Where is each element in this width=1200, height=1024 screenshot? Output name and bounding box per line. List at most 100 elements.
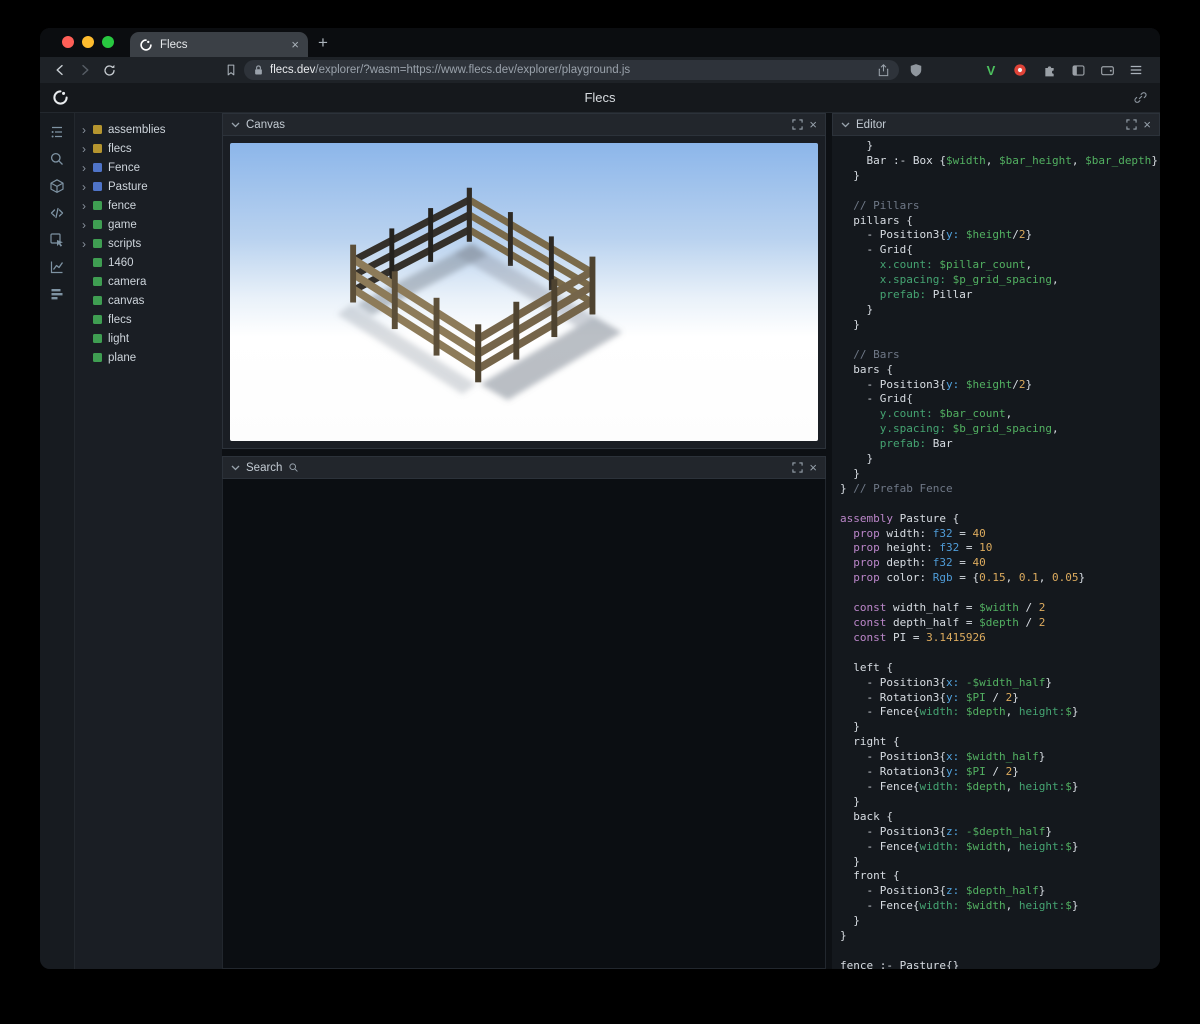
wallet-icon[interactable] [1097,60,1117,80]
expand-panel-icon[interactable] [792,119,804,130]
main-content: › assemblies › flecs › Fence › Pasture › fence › ga… [40,113,1160,969]
expand-arrow-icon[interactable]: › [82,200,93,212]
editor-panel: Editor × } Bar :- Box {$width, $bar_heig… [832,113,1160,969]
tree-item-camera[interactable]: ›camera [75,272,222,291]
code-line: // Bars [840,347,900,361]
adblock-icon[interactable] [1010,60,1030,80]
tree-item-game[interactable]: › game [75,215,222,234]
code-line: - Fence{width: $width, height:$} [840,839,1079,853]
code-line: prefab: Bar [879,437,953,451]
code-line: const width_half = $width / 2 [853,601,1046,615]
entity-label: game [108,218,137,231]
expand-arrow-icon[interactable]: › [82,162,93,174]
brave-shield-icon[interactable] [909,63,923,78]
entity-color-square [93,182,102,191]
reload-button[interactable] [98,59,121,81]
code-line: } [840,168,860,182]
tree-item-light[interactable]: ›light [75,329,222,348]
tree-item-1460[interactable]: ›1460 [75,253,222,272]
sidebar-toggle-icon[interactable] [1068,60,1088,80]
editor-panel-header: Editor × [832,113,1160,136]
code-line: } [840,139,874,152]
tree-item-scripts[interactable]: › scripts [75,234,222,253]
window-controls [40,36,130,57]
chevron-down-icon[interactable] [841,122,850,128]
minimize-window-button[interactable] [82,36,94,48]
code-line: front { [840,869,900,883]
code-line: y.count: $bar_count, [879,407,1013,421]
share-link-icon[interactable] [1133,90,1148,105]
entity-color-square [93,163,102,172]
expand-arrow-icon[interactable]: › [82,124,93,136]
close-panel-icon[interactable]: × [1143,118,1151,131]
code-line: } [840,466,860,480]
new-tab-button[interactable]: + [308,33,338,57]
entity-color-square [93,125,102,134]
url-path: /explorer/?wasm=https://www.flecs.dev/ex… [315,64,631,76]
entity-label: fence [108,199,137,212]
forward-button[interactable] [73,59,96,81]
entity-color-square [93,220,102,229]
tab-close-icon[interactable]: × [291,38,299,51]
bookmark-icon[interactable] [219,59,242,81]
entity-label: 1460 [108,256,134,269]
menu-icon[interactable] [1126,60,1146,80]
tree-item-flecs[interactable]: ›flecs [75,139,222,158]
chevron-down-icon[interactable] [231,465,240,471]
tree-item-plane[interactable]: ›plane [75,348,222,367]
browser-tab-flecs[interactable]: Flecs × [130,32,308,57]
code-line: } // Prefab Fence [840,481,953,495]
code-line: - Position3{y: $height/2} [840,228,1033,242]
tree-item-Pasture[interactable]: › Pasture [75,177,222,196]
tree-item-fence[interactable]: › fence [75,196,222,215]
entity-label: camera [108,275,147,288]
maximize-window-button[interactable] [102,36,114,48]
entity-label: plane [108,351,137,364]
code-line: } [840,854,860,868]
tree-item-Fence[interactable]: › Fence [75,158,222,177]
tree-item-flecs[interactable]: ›flecs [75,310,222,329]
canvas-cube-icon[interactable] [46,177,68,194]
browser-window: Flecs × + flecs.dev/explorer/?wasm=https… [40,28,1160,969]
stats-chart-icon[interactable] [46,258,68,275]
code-line: pillars { [840,213,913,227]
3d-viewport[interactable] [230,143,818,441]
tree-item-canvas[interactable]: ›canvas [75,291,222,310]
search-icon[interactable] [46,150,68,167]
tree-item-assemblies[interactable]: › assemblies [75,120,222,139]
code-editor-icon[interactable] [46,204,68,221]
close-window-button[interactable] [62,36,74,48]
expand-arrow-icon[interactable]: › [82,143,93,155]
back-button[interactable] [48,59,71,81]
expand-arrow-icon[interactable]: › [82,238,93,250]
code-line: fence :- Pasture{} [840,958,960,969]
close-panel-icon[interactable]: × [809,461,817,474]
code-line: y.spacing: $b_grid_spacing, [879,422,1059,436]
entity-tree-icon[interactable] [46,123,68,140]
code-line: } [840,914,860,928]
expand-arrow-icon[interactable]: › [82,181,93,193]
code-editor[interactable]: } Bar :- Box {$width, $bar_height, $bar_… [832,136,1160,969]
code-line: right { [840,735,900,749]
search-results-area[interactable] [222,479,826,969]
close-panel-icon[interactable]: × [809,118,817,131]
inspector-icon[interactable] [46,231,68,248]
code-line: - Grid{ [840,243,913,257]
entity-color-square [93,277,102,286]
expand-panel-icon[interactable] [792,462,804,473]
extensions-puzzle-icon[interactable] [1039,60,1059,80]
share-icon[interactable] [877,63,890,77]
extensions-area: V [981,60,1152,80]
tab-favicon-icon [139,38,153,52]
expand-arrow-icon[interactable]: › [82,219,93,231]
vue-devtools-icon[interactable]: V [981,60,1001,80]
code-line: const depth_half = $depth / 2 [853,616,1046,629]
entity-color-square [93,334,102,343]
tool-rail [40,113,75,969]
search-panel-header: Search × [222,456,826,479]
expand-panel-icon[interactable] [1126,119,1138,130]
memory-bars-icon[interactable] [46,285,68,302]
chevron-down-icon[interactable] [231,122,240,128]
url-bar[interactable]: flecs.dev/explorer/?wasm=https://www.fle… [244,60,899,80]
